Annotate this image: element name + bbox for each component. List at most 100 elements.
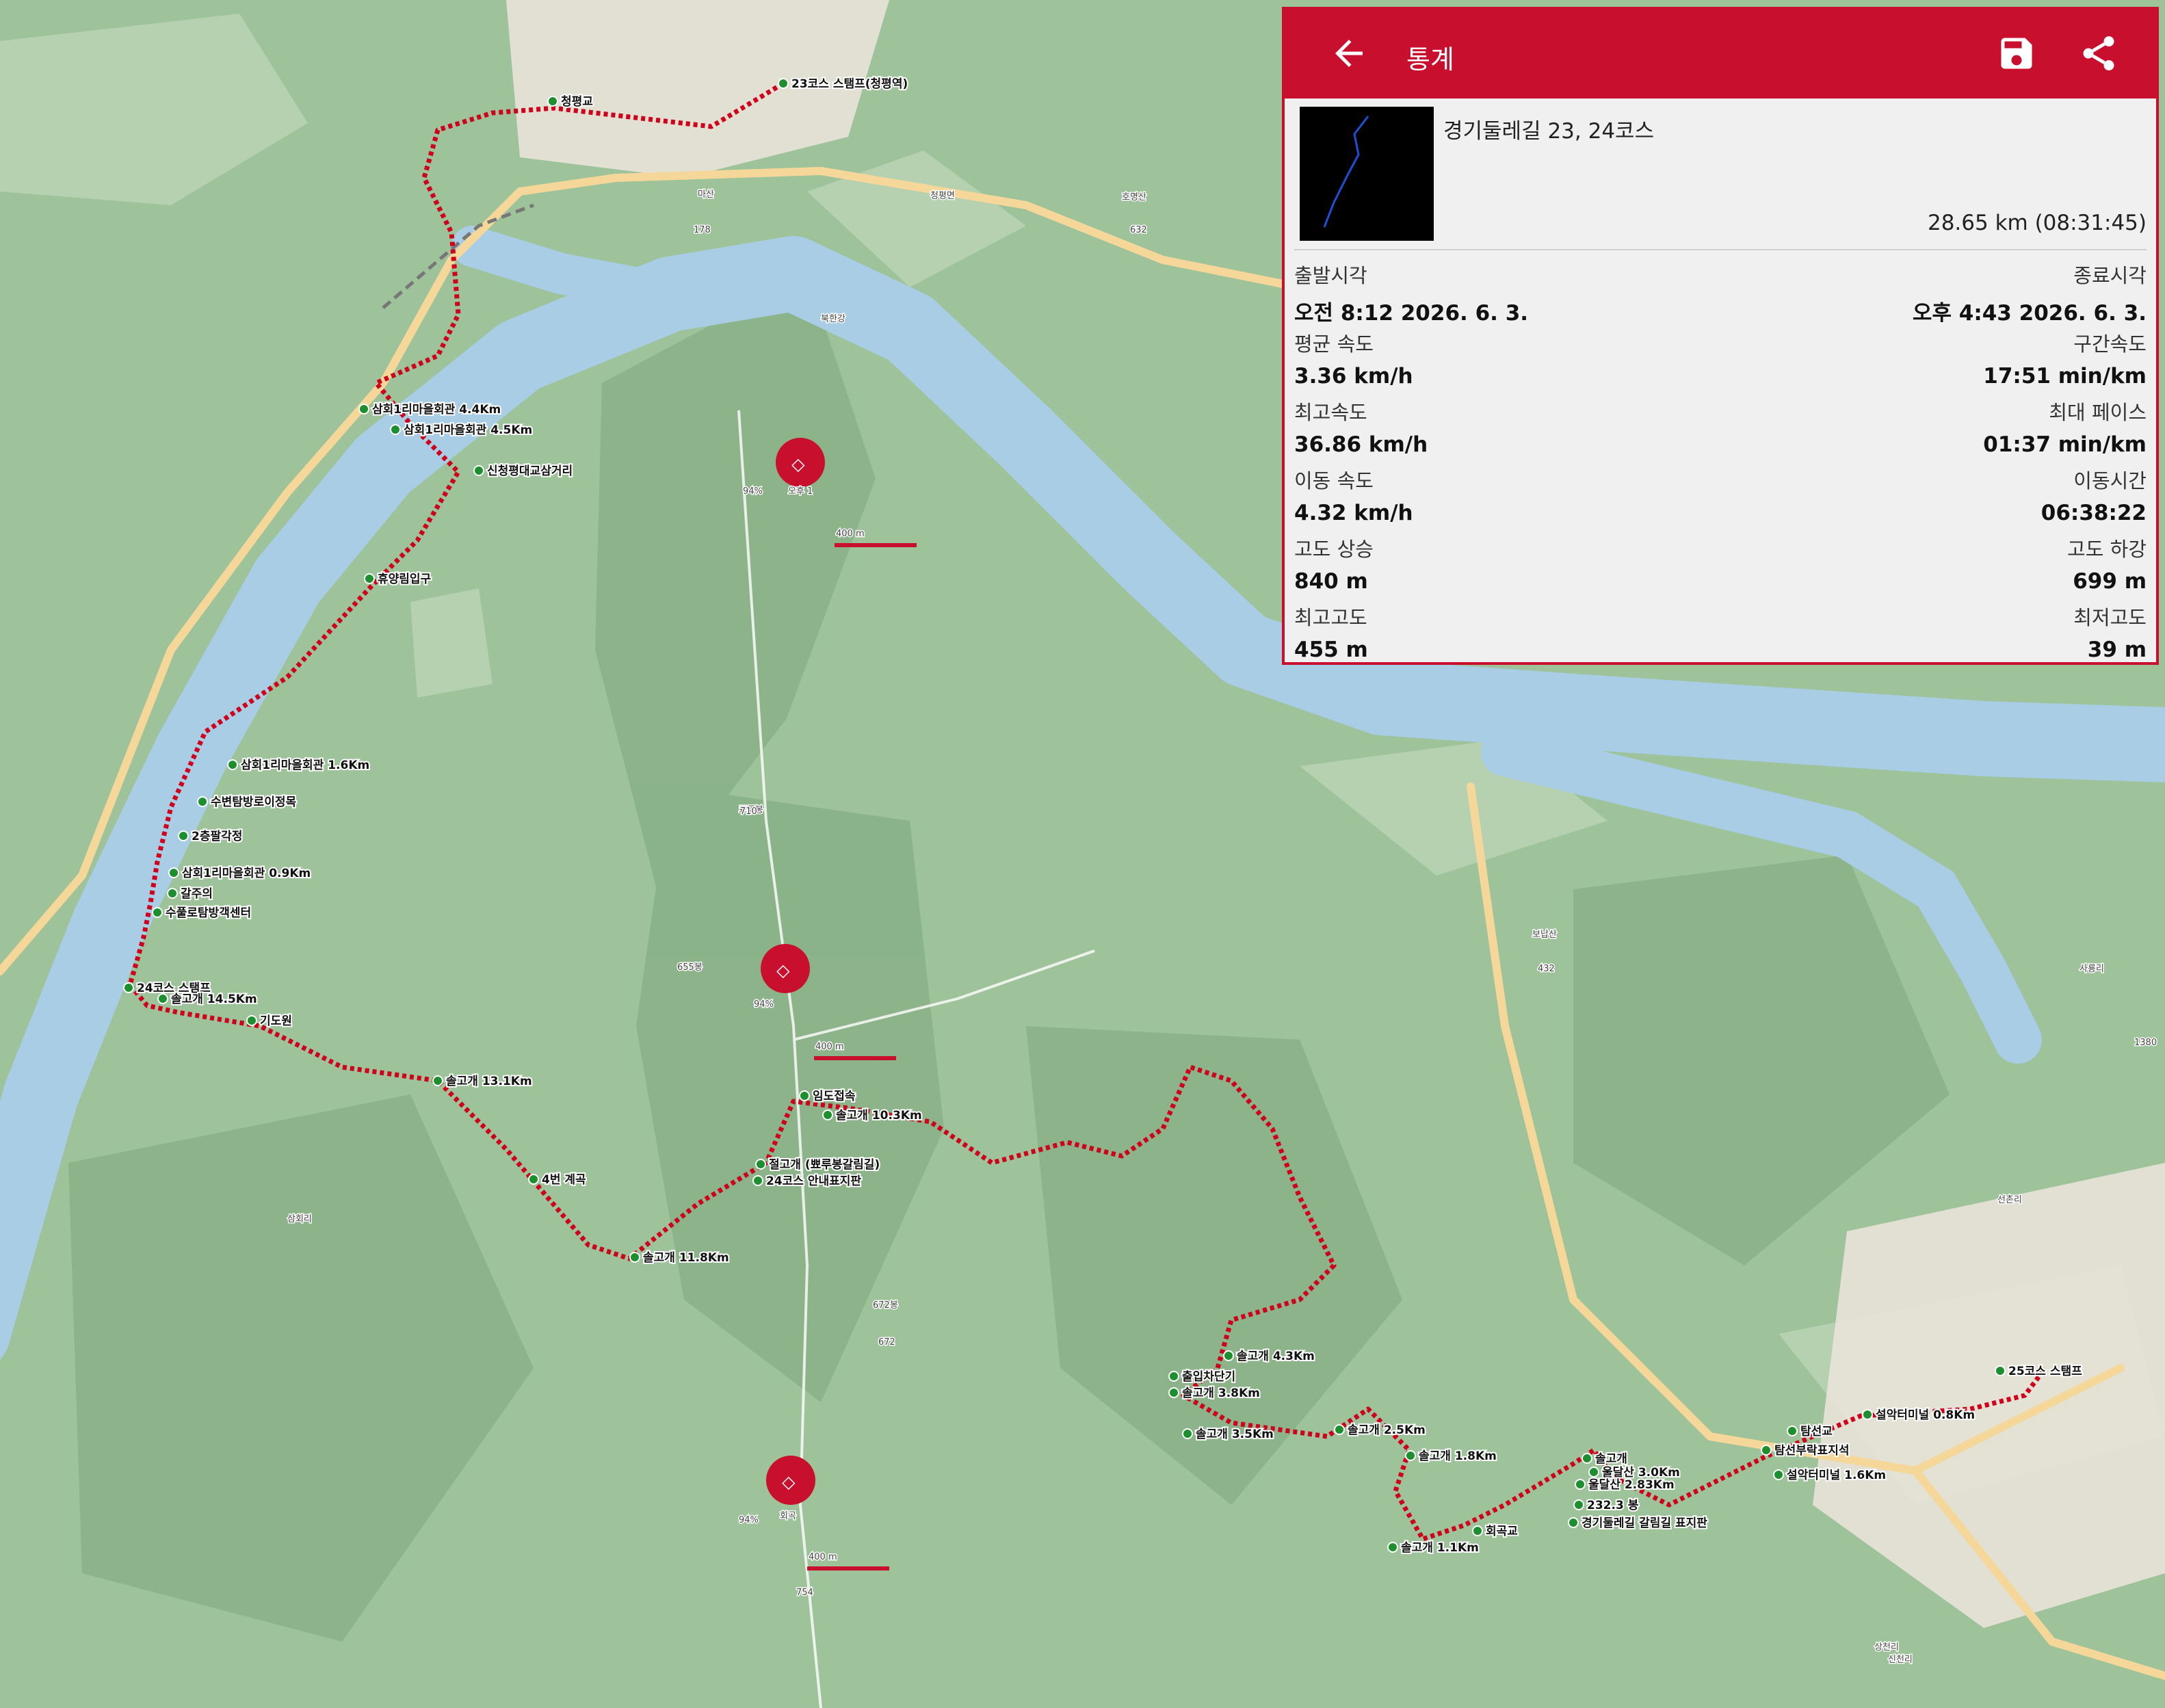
waypoint-marker[interactable] — [755, 1159, 766, 1170]
waypoint-label: 24코스 안내표지판 — [766, 1174, 861, 1188]
waypoint-marker[interactable] — [168, 867, 179, 878]
waypoint-marker[interactable] — [1472, 1525, 1483, 1536]
place-label: 상천리 — [1874, 1642, 1899, 1653]
road-number-label: 432 — [1538, 964, 1555, 974]
stat-row-speed: 평균 속도 3.36 km/h 구간속도 17:51 min/km — [1294, 328, 2147, 397]
waypoint-label: 솔고개 11.8Km — [643, 1251, 729, 1265]
place-label: 삼회리 — [287, 1214, 312, 1224]
descent-label: 고도 하강 — [2067, 538, 2147, 561]
waypoint-label: 절고개 (뾰루봉갈림길) — [769, 1157, 880, 1172]
moving-speed-label: 이동 속도 — [1294, 469, 1374, 492]
waypoint-marker[interactable] — [1787, 1425, 1798, 1436]
start-time-label: 출발시각 — [1294, 264, 1367, 287]
waypoint-marker[interactable] — [473, 465, 484, 476]
waypoint-label: 탐선교 — [1800, 1425, 1833, 1438]
waypoint-marker[interactable] — [1761, 1445, 1772, 1456]
waypoint-marker[interactable] — [752, 1175, 763, 1186]
waypoint-marker[interactable] — [123, 982, 134, 993]
scale-label: 400 m — [836, 529, 865, 539]
waypoint-marker[interactable] — [152, 907, 163, 918]
waypoint-label: 솔고개 3.5Km — [1196, 1428, 1274, 1441]
waypoint-marker[interactable] — [432, 1075, 443, 1086]
waypoint-label: 23코스 스탬프(청평역) — [791, 77, 908, 91]
waypoint-marker[interactable] — [1182, 1428, 1193, 1439]
end-time-label: 종료시각 — [2073, 264, 2147, 287]
waypoint-label: 솔고개 2.5Km — [1348, 1423, 1426, 1437]
waypoint-label: 수풀로탐방객센터 — [166, 906, 251, 920]
waypoint-marker[interactable] — [778, 78, 789, 89]
waypoint-label: 솔고개 13.1Km — [446, 1075, 532, 1088]
scale-label: 400 m — [815, 1042, 844, 1052]
waypoint-marker[interactable] — [1168, 1371, 1179, 1382]
arrow-back-icon[interactable] — [1328, 33, 1369, 74]
waypoint-marker[interactable] — [197, 796, 208, 807]
waypoint-marker[interactable] — [1582, 1453, 1592, 1464]
waypoint-label: 솔고개 4.3Km — [1237, 1350, 1315, 1363]
waypoint-marker[interactable] — [547, 96, 558, 107]
place-label: 보납산 — [1532, 930, 1557, 940]
battery-status: 94% — [743, 486, 763, 497]
ascent-label: 고도 상승 — [1294, 538, 1374, 561]
battery-status: 94% — [754, 999, 774, 1010]
scale-bar — [807, 1566, 889, 1571]
place-label: 672봉 — [873, 1300, 898, 1311]
waypoint-marker[interactable] — [157, 993, 168, 1004]
place-label: 회곡 — [780, 1511, 796, 1521]
waypoint-marker[interactable] — [390, 424, 401, 435]
waypoint-marker[interactable] — [178, 830, 189, 841]
waypoint-label: 회곡교 — [1486, 1525, 1518, 1538]
waypoint-marker[interactable] — [358, 404, 369, 415]
waypoint-marker[interactable] — [1168, 1387, 1179, 1398]
max-pace-value: 01:37 min/km — [1983, 432, 2147, 457]
waypoint-marker[interactable] — [167, 888, 178, 899]
waypoint-marker[interactable] — [1773, 1469, 1784, 1480]
place-label: 신천리 — [1888, 1655, 1913, 1665]
waypoint-label: 솔고개 10.3Km — [836, 1109, 922, 1122]
waypoint-marker[interactable] — [799, 1090, 810, 1101]
waypoint-label: 232.3 봉 — [1587, 1499, 1639, 1512]
waypoint-marker[interactable] — [1387, 1542, 1398, 1553]
direction-icon: ⬦ — [776, 959, 790, 982]
place-label: 사룡리 — [2079, 964, 2104, 974]
place-label: 북한강 — [821, 314, 845, 324]
waypoint-marker[interactable] — [1995, 1365, 2006, 1376]
max-speed-label: 최고속도 — [1294, 401, 1367, 424]
waypoint-marker[interactable] — [528, 1174, 539, 1185]
scale-bar — [814, 1056, 896, 1060]
share-icon[interactable] — [2078, 33, 2119, 74]
waypoint-marker[interactable] — [1862, 1409, 1873, 1420]
waypoint-marker[interactable] — [1334, 1424, 1345, 1435]
direction-icon: ⬦ — [782, 1471, 796, 1493]
stat-row-max: 최고속도 36.86 km/h 최대 페이스 01:37 min/km — [1294, 397, 2147, 465]
waypoint-marker[interactable] — [1573, 1499, 1584, 1510]
waypoint-label: 신청평대교삼거리 — [487, 464, 573, 478]
waypoint-marker[interactable] — [1223, 1350, 1234, 1361]
track-thumbnail[interactable] — [1300, 107, 1434, 241]
waypoint-marker[interactable] — [1405, 1450, 1416, 1461]
waypoint-marker[interactable] — [246, 1015, 257, 1026]
floppy-save-icon[interactable] — [1996, 33, 2037, 74]
battery-status: 94% — [739, 1515, 759, 1525]
waypoint-label: 솔고개 1.8Km — [1419, 1449, 1497, 1463]
statistics-panel: 통계 경기둘레길 23, 24코스 28.65 km (08:31:45) 출발… — [1282, 7, 2159, 665]
road-number-label: 710 — [740, 806, 757, 817]
waypoint-label: 임도접속 — [813, 1089, 856, 1103]
waypoint-label: 삼회1리마을회관 1.6Km — [241, 759, 369, 772]
road-number-label: 672 — [878, 1337, 895, 1348]
waypoint-marker[interactable] — [629, 1252, 640, 1263]
waypoint-marker[interactable] — [1575, 1479, 1586, 1490]
waypoint-label: 솔고개 1.1Km — [1401, 1541, 1479, 1555]
waypoint-marker[interactable] — [227, 759, 238, 770]
moving-time-label: 이동시간 — [2073, 469, 2147, 492]
ascent-value: 840 m — [1294, 569, 1368, 594]
waypoint-marker[interactable] — [1588, 1467, 1599, 1477]
track-distance-duration: 28.65 km (08:31:45) — [1927, 211, 2147, 235]
waypoint-marker[interactable] — [364, 573, 375, 584]
waypoint-label: 솔고개 — [1595, 1452, 1627, 1466]
waypoint-marker[interactable] — [1568, 1517, 1579, 1528]
direction-icon: ⬦ — [791, 453, 805, 475]
waypoint-marker[interactable] — [822, 1109, 833, 1120]
max-speed-value: 36.86 km/h — [1294, 432, 1428, 457]
waypoint-label: 경기둘레길 갈림길 표지판 — [1582, 1516, 1707, 1530]
min-elevation-label: 최저고도 — [2073, 606, 2147, 629]
